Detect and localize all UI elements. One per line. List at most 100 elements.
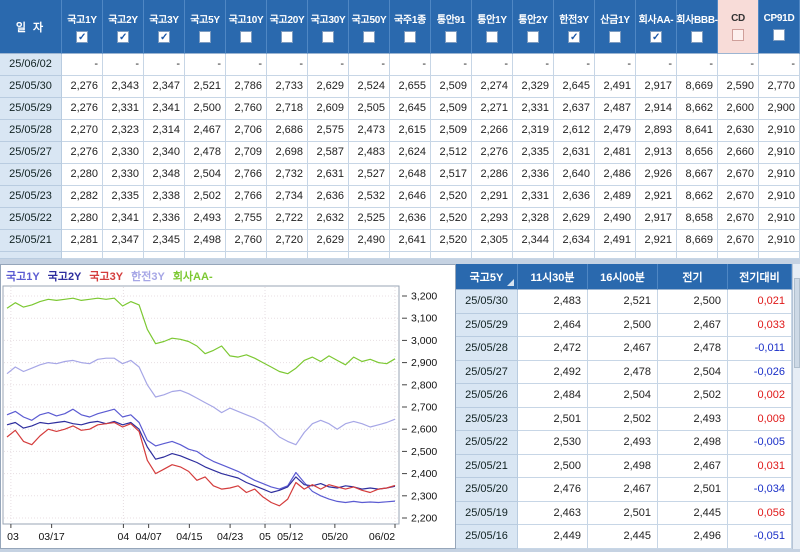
- table-cell: -: [349, 54, 390, 76]
- ktb5y-cell-t1600: 2,504: [588, 384, 658, 408]
- row-date: 25/05/28: [0, 120, 62, 142]
- column-checkbox-국주1종[interactable]: [404, 31, 416, 43]
- table-cell: 2,910: [759, 120, 800, 142]
- column-checkbox-국고20Y[interactable]: [281, 31, 293, 43]
- table-cell: -: [677, 54, 718, 76]
- ktb5y-cell-t1600: 2,498: [588, 455, 658, 479]
- column-header-국고5Y[interactable]: 국고5Y: [185, 0, 226, 54]
- column-header-국고20Y[interactable]: 국고20Y: [267, 0, 308, 54]
- row-date: 25/05/27: [0, 142, 62, 164]
- column-checkbox-회사BBB-[interactable]: [691, 31, 703, 43]
- y-axis-label: 2,300: [411, 490, 437, 502]
- table-cell: 2,720: [267, 230, 308, 252]
- ktb5y-header-전기[interactable]: 전기: [658, 264, 728, 290]
- table-cell: 2,520: [431, 208, 472, 230]
- column-header-CD[interactable]: CD: [718, 0, 759, 54]
- column-checkbox-국고50Y[interactable]: [363, 31, 375, 43]
- table-cell: 2,520: [431, 230, 472, 252]
- table-cell: 2,900: [759, 98, 800, 120]
- yield-chart-panel: 국고1Y국고2Y국고3Y한전3Y회사AA- 3,2003,1003,0002,9…: [0, 264, 456, 549]
- column-checkbox-국고1Y[interactable]: ✓: [76, 31, 88, 43]
- column-checkbox-국고2Y[interactable]: ✓: [117, 31, 129, 43]
- table-cell: 2,624: [390, 142, 431, 164]
- column-header-국고1Y[interactable]: 국고1Y✓: [62, 0, 103, 54]
- column-header-회사BBB-[interactable]: 회사BBB-: [677, 0, 718, 54]
- table-cell: 2,766: [226, 164, 267, 186]
- column-checkbox-통안91[interactable]: [445, 31, 457, 43]
- column-header-국주1종[interactable]: 국주1종: [390, 0, 431, 54]
- ktb5y-header-16시00분[interactable]: 16시00분: [588, 264, 658, 290]
- table-cell: 2,335: [103, 186, 144, 208]
- table-cell: 2,527: [349, 164, 390, 186]
- ktb5y-cell-prev: 2,502: [658, 384, 728, 408]
- table-cell: -: [390, 54, 431, 76]
- column-checkbox-CP91D[interactable]: [773, 29, 785, 41]
- table-cell: 2,640: [554, 164, 595, 186]
- table-cell: -: [595, 54, 636, 76]
- ktb5y-header-전기대비[interactable]: 전기대비: [728, 264, 792, 290]
- column-header-국고30Y[interactable]: 국고30Y: [308, 0, 349, 54]
- ktb5y-cell-t1600: 2,493: [588, 431, 658, 455]
- table-cell: 2,733: [267, 76, 308, 98]
- row-date: 25/05/26: [0, 164, 62, 186]
- ktb5y-cell-prev: 2,501: [658, 478, 728, 502]
- table-cell: 2,336: [144, 208, 185, 230]
- ktb5y-header-국고5Y[interactable]: 국고5Y: [456, 264, 518, 290]
- y-axis-label: 2,500: [411, 446, 437, 458]
- column-header-국고50Y[interactable]: 국고50Y: [349, 0, 390, 54]
- column-header-산금1Y[interactable]: 산금1Y: [595, 0, 636, 54]
- column-checkbox-통안1Y[interactable]: [486, 31, 498, 43]
- ktb5y-cell-t1600: 2,502: [588, 408, 658, 432]
- column-header-CP91D[interactable]: CP91D: [759, 0, 800, 54]
- x-axis-label: 03/17: [38, 531, 64, 543]
- ktb5y-cell-diff: -0,034: [728, 478, 792, 502]
- column-checkbox-산금1Y[interactable]: [609, 31, 621, 43]
- column-checkbox-국고5Y[interactable]: [199, 31, 211, 43]
- column-header-통안91[interactable]: 통안91: [431, 0, 472, 54]
- column-header-통안2Y[interactable]: 통안2Y: [513, 0, 554, 54]
- column-checkbox-국고30Y[interactable]: [322, 31, 334, 43]
- column-checkbox-국고10Y[interactable]: [240, 31, 252, 43]
- column-checkbox-CD[interactable]: [732, 29, 744, 41]
- column-header-한전3Y[interactable]: 한전3Y✓: [554, 0, 595, 54]
- table-cell: 2,276: [472, 142, 513, 164]
- ktb5y-cell-t1130: 2,530: [518, 431, 588, 455]
- table-cell: 2,331: [513, 98, 554, 120]
- table-cell: 2,670: [718, 186, 759, 208]
- table-cell: 2,766: [226, 186, 267, 208]
- table-cell: 8,662: [677, 186, 718, 208]
- table-cell: 2,718: [267, 98, 308, 120]
- column-header-label: 통안2Y: [518, 11, 547, 26]
- table-cell: 2,755: [226, 208, 267, 230]
- column-checkbox-통안2Y[interactable]: [527, 31, 539, 43]
- column-header-label: 통안1Y: [477, 11, 506, 26]
- column-header-국고2Y[interactable]: 국고2Y ✓: [103, 0, 144, 54]
- table-cell: 2,282: [62, 186, 103, 208]
- table-cell: 2,336: [513, 164, 554, 186]
- table-cell: 2,343: [103, 76, 144, 98]
- column-header-국고3Y[interactable]: 국고3Y✓: [144, 0, 185, 54]
- table-cell: 2,487: [595, 98, 636, 120]
- column-checkbox-국고3Y[interactable]: ✓: [158, 31, 170, 43]
- table-cell: [636, 252, 677, 259]
- right-table-scrollbar[interactable]: [792, 264, 800, 549]
- column-header-label: 국고50Y: [352, 11, 387, 26]
- column-checkbox-회사AA-[interactable]: ✓: [650, 31, 662, 43]
- column-header-회사AA-[interactable]: 회사AA-✓: [636, 0, 677, 54]
- table-cell: 2,732: [267, 164, 308, 186]
- table-row: 25/05/302,2762,3432,3472,5212,7862,7332,…: [0, 76, 800, 98]
- scrollbar-thumb[interactable]: [794, 278, 800, 368]
- table-cell: 2,345: [144, 230, 185, 252]
- table-cell: [554, 252, 595, 259]
- table-cell: 2,329: [513, 76, 554, 98]
- column-header-label: 국고2Y: [108, 11, 137, 26]
- table-cell: 2,481: [595, 142, 636, 164]
- table-cell: [226, 252, 267, 259]
- column-header-통안1Y[interactable]: 통안1Y: [472, 0, 513, 54]
- table-cell: 2,631: [308, 164, 349, 186]
- column-checkbox-한전3Y[interactable]: ✓: [568, 31, 580, 43]
- ktb5y-header-11시30분[interactable]: 11시30분: [518, 264, 588, 290]
- table-cell: 2,512: [431, 142, 472, 164]
- table-cell: 2,305: [472, 230, 513, 252]
- column-header-국고10Y[interactable]: 국고10Y: [226, 0, 267, 54]
